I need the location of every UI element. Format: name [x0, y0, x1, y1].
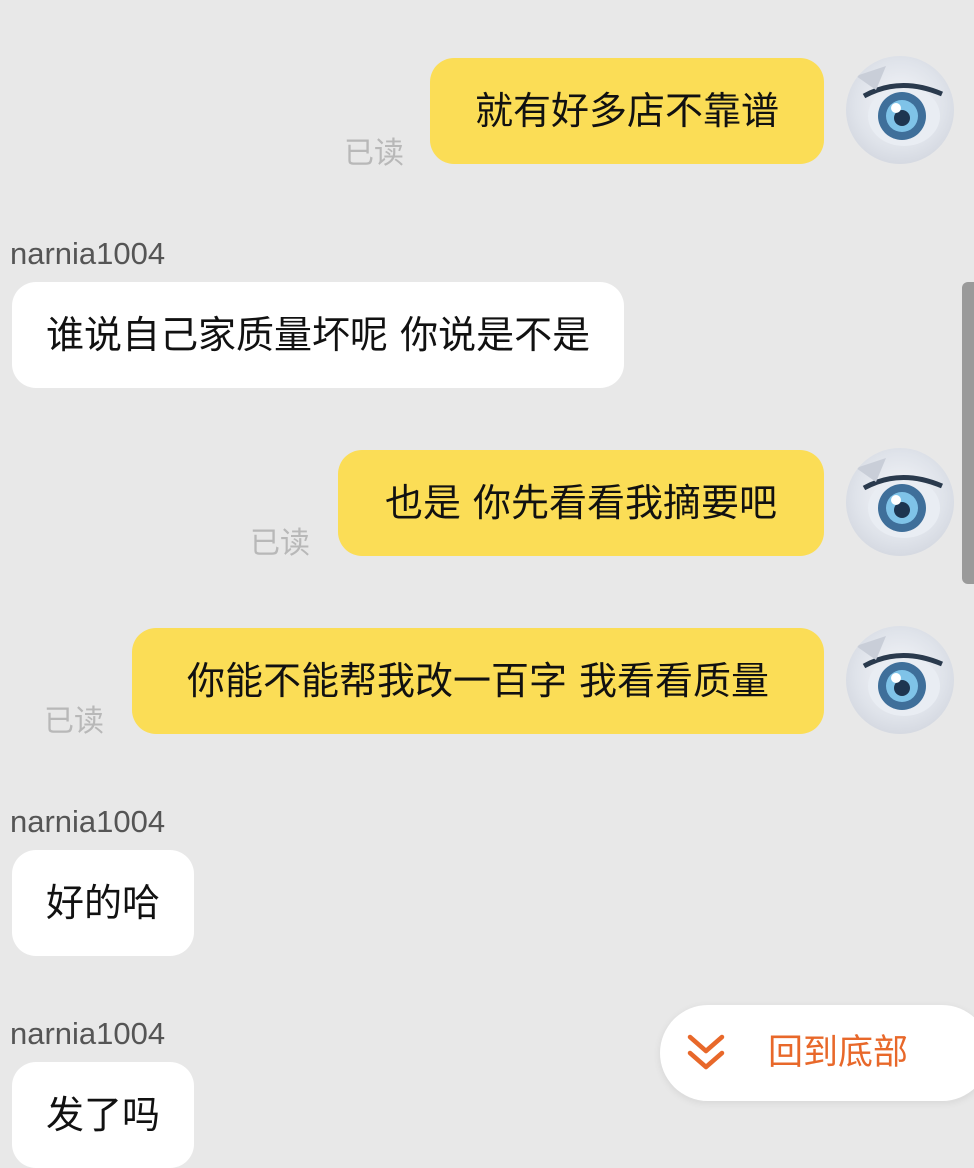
scrollbar[interactable]	[962, 282, 974, 584]
chat-view: 已读 就有好多店不靠谱 narnia1004 谁说自己家质量坏呢 你说是不是 已…	[0, 0, 974, 1168]
read-receipt: 已读	[44, 704, 104, 739]
back-to-bottom-button[interactable]: 回到底部	[660, 1005, 974, 1101]
message-bubble-outgoing[interactable]: 你能不能帮我改一百字 我看看质量	[132, 628, 824, 734]
anime-eye-avatar-icon	[856, 66, 943, 146]
message-bubble-incoming[interactable]: 好的哈	[12, 850, 195, 956]
user-avatar[interactable]	[846, 56, 954, 164]
anime-eye-avatar-icon	[856, 458, 943, 538]
back-to-bottom-label: 回到底部	[768, 1033, 909, 1073]
sender-name: narnia1004	[10, 1016, 166, 1051]
anime-eye-avatar-icon	[856, 636, 943, 716]
read-receipt: 已读	[250, 526, 310, 561]
message-bubble-incoming[interactable]: 谁说自己家质量坏呢 你说是不是	[12, 282, 625, 388]
user-avatar[interactable]	[846, 448, 954, 556]
user-avatar[interactable]	[846, 626, 954, 734]
message-bubble-outgoing[interactable]: 就有好多店不靠谱	[430, 58, 824, 164]
sender-name: narnia1004	[10, 236, 166, 271]
sender-name: narnia1004	[10, 804, 166, 839]
double-chevron-down-icon	[687, 1034, 725, 1070]
read-receipt: 已读	[344, 136, 404, 171]
message-bubble-incoming[interactable]: 发了吗	[12, 1062, 195, 1168]
message-bubble-outgoing[interactable]: 也是 你先看看我摘要吧	[338, 450, 824, 556]
